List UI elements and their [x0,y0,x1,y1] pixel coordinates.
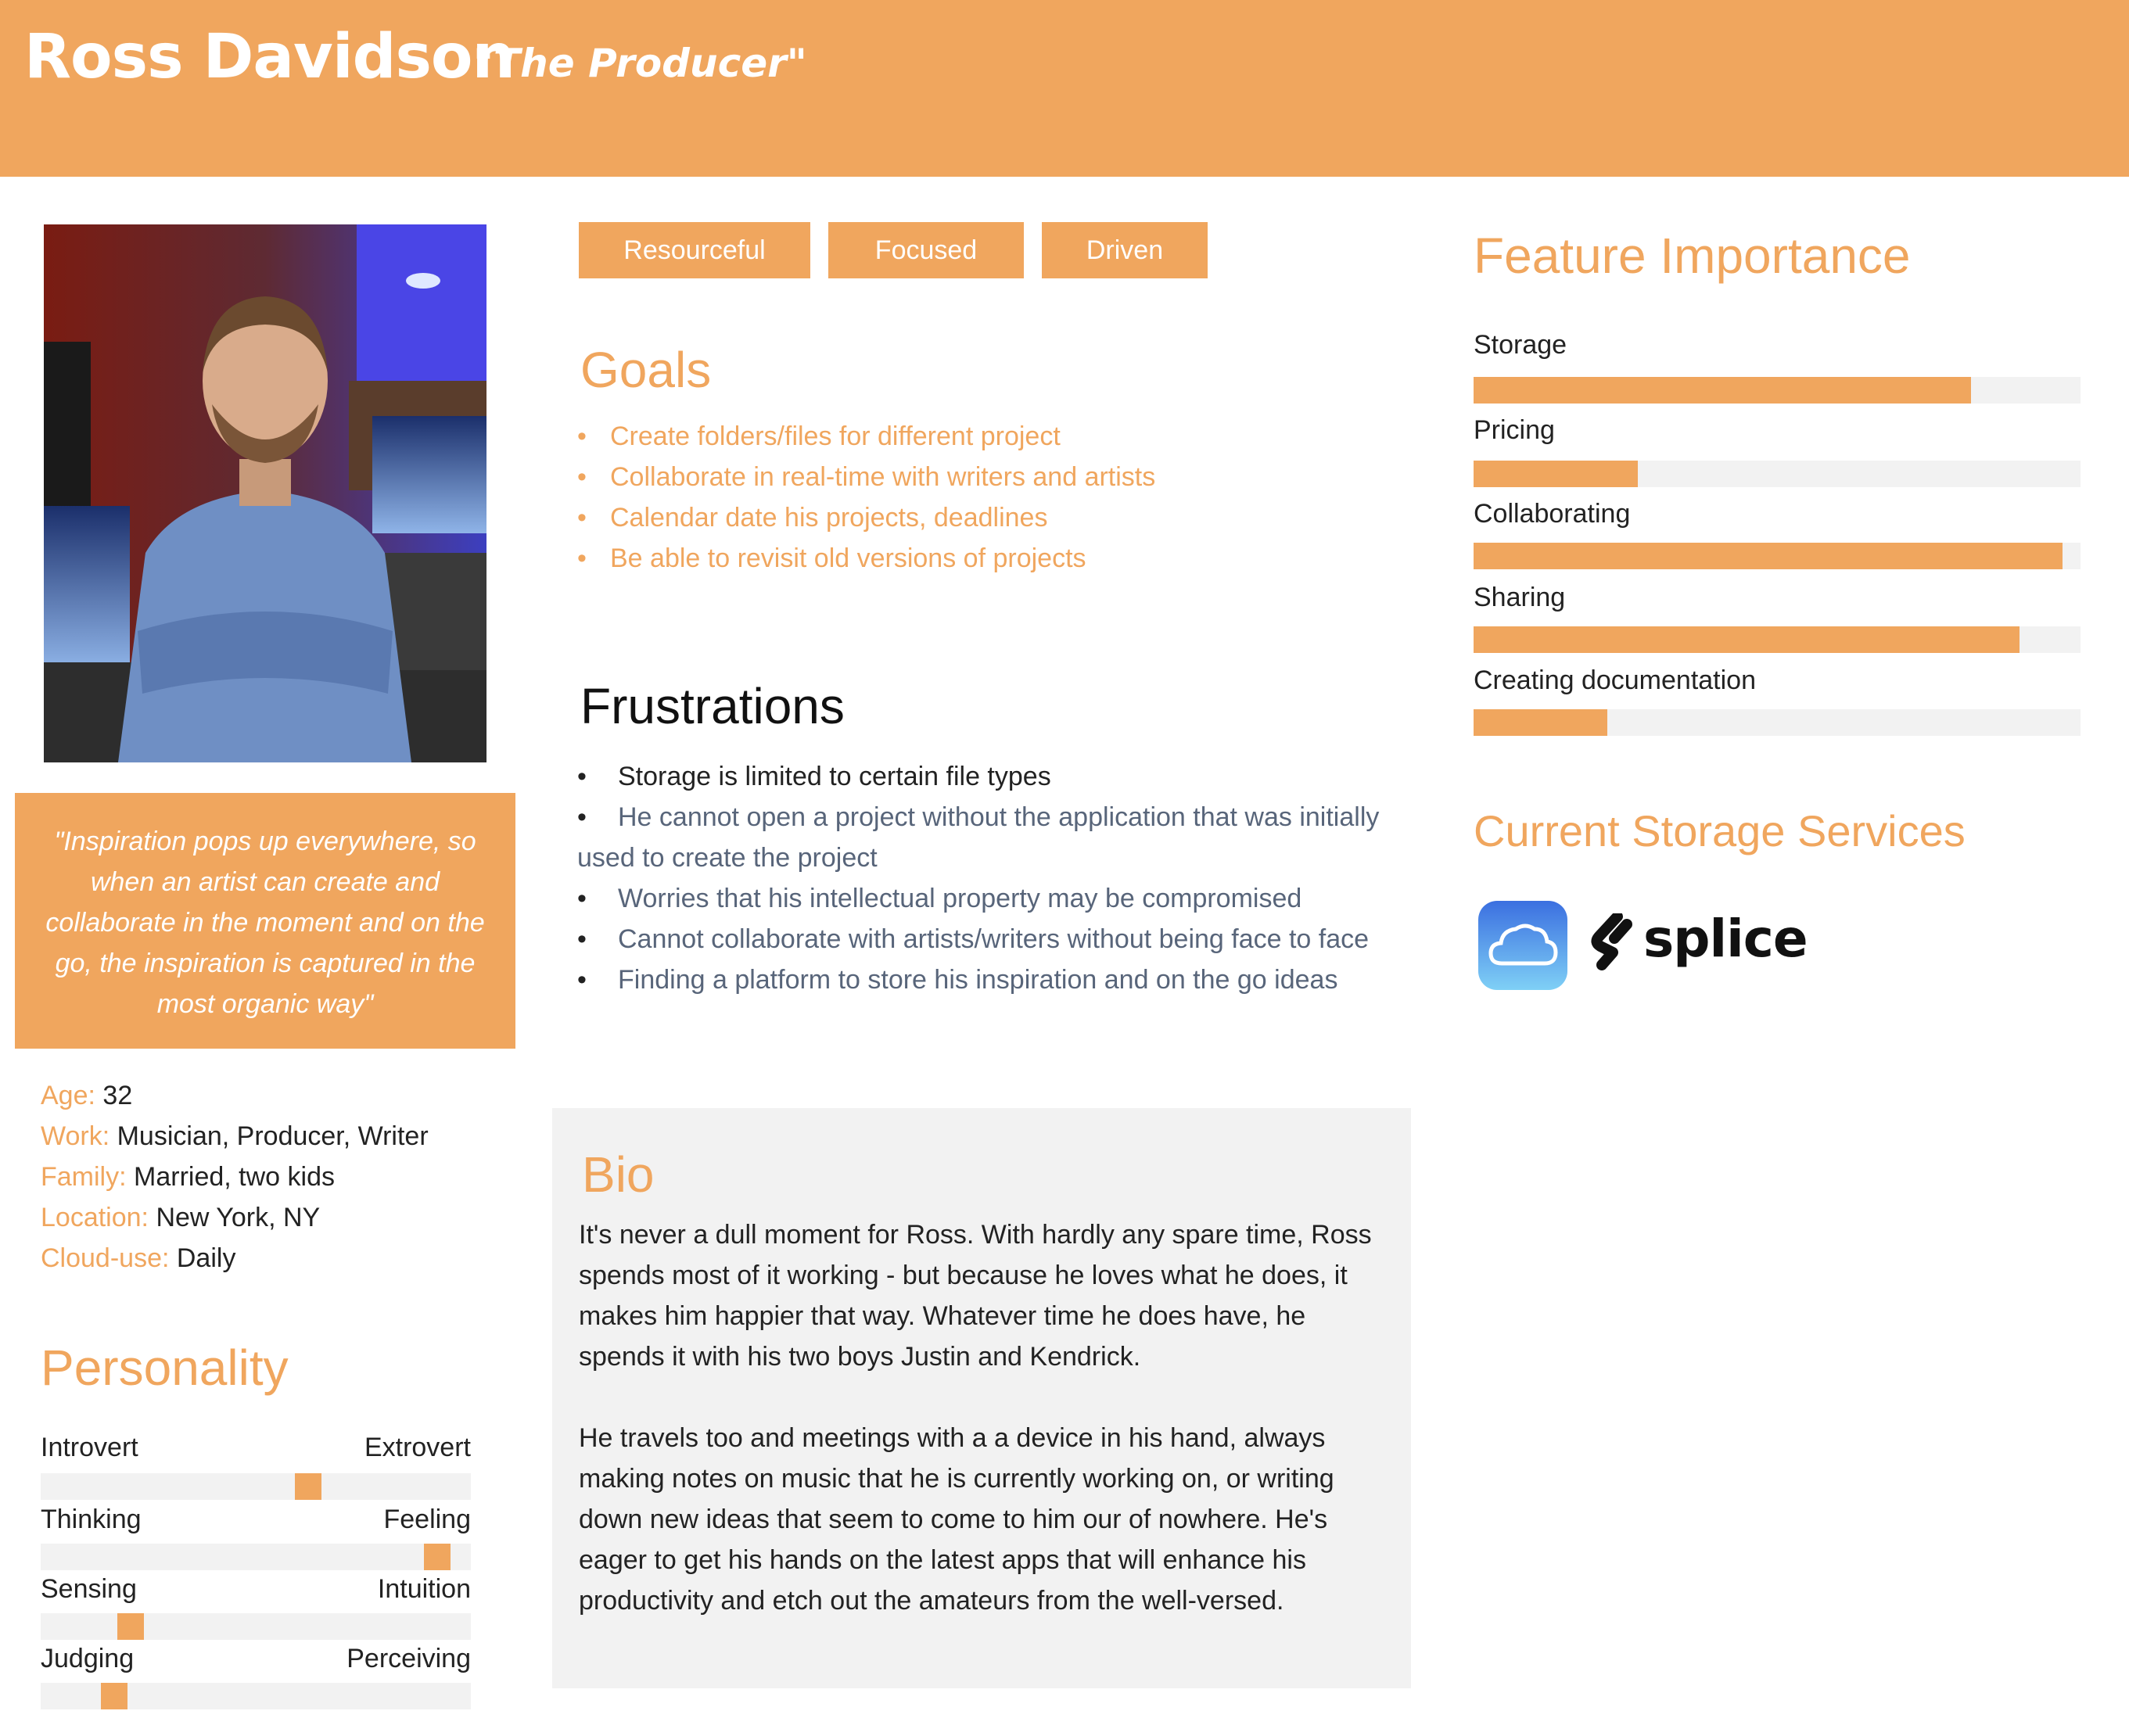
trait-track [41,1473,471,1500]
trait-marker [101,1683,127,1709]
bio-paragraph: It's never a dull moment for Ross. With … [579,1220,1372,1372]
trait-right-label: Perceiving [346,1644,471,1673]
feature-label-creating-documentation: Creating documentation [1474,665,1757,695]
feature-bar-track [1474,461,2081,487]
trait-right-label: Extrovert [364,1433,471,1462]
frustrations-list: Storage is limited to certain file types… [577,756,1391,1000]
trait-marker [295,1473,321,1500]
feature-bar-track [1474,377,2081,404]
feature-bar-fill [1474,709,1607,736]
persona-photo [44,224,486,762]
personality-title: Personality [41,1340,289,1396]
trait-tag-driven: Driven [1042,222,1208,278]
trait-left-label: Thinking [41,1505,142,1534]
splice-logo [1591,913,1632,970]
goal-item: Collaborate in real-time with writers an… [577,457,1155,497]
goal-item: Calendar date his projects, deadlines [577,497,1155,538]
feature-label-storage: Storage [1474,330,1567,360]
bio-text: It's never a dull moment for Ross. With … [579,1214,1392,1662]
trait-left-label: Judging [41,1644,135,1673]
cloud-icon [1488,924,1558,966]
trait-marker [117,1613,144,1640]
feature-bar-fill [1474,543,2063,569]
trait-track [41,1544,471,1570]
trait-left-label: Introvert [41,1433,138,1462]
feature-importance-title: Feature Importance [1474,228,1911,284]
trait-tag-resourceful: Resourceful [579,222,810,278]
frustration-item: Storage is limited to certain file types [577,756,1391,797]
frustrations-title: Frustrations [580,678,845,734]
fact-work: Work: Musician, Producer, Writer [41,1121,429,1151]
trait-left-label: Sensing [41,1574,137,1604]
frustration-item: Finding a platform to store his inspirat… [577,959,1391,1000]
frustration-item: Cannot collaborate with artists/writers … [577,919,1391,959]
feature-bar-fill [1474,461,1638,487]
trait-track [41,1683,471,1709]
goal-item: Be able to revisit old versions of proje… [577,538,1155,579]
portrait-image [44,224,486,762]
persona-facts: Age: 32 Work: Musician, Producer, Writer… [41,1075,429,1279]
trait-right-label: Feeling [383,1505,471,1534]
fact-family: Family: Married, two kids [41,1162,335,1192]
trait-tag-focused: Focused [828,222,1024,278]
fact-age: Age: 32 [41,1081,133,1110]
trait-track [41,1613,471,1640]
goal-item: Create folders/files for different proje… [577,416,1155,457]
bio-panel: Bio It's never a dull moment for Ross. W… [552,1108,1411,1688]
trait-right-label: Intuition [377,1574,471,1604]
goals-title: Goals [580,342,712,398]
fact-location: Location: New York, NY [41,1203,321,1232]
feature-label-pricing: Pricing [1474,415,1555,445]
feature-bar-fill [1474,377,1972,404]
splice-wordmark: splice [1643,909,1808,969]
header-banner: Ross Davidson "The Producer" [0,0,2129,177]
persona-name: Ross Davidson [24,22,515,92]
icloud-icon [1478,901,1567,990]
fact-cloud-use: Cloud-use: Daily [41,1243,236,1273]
goals-list: Create folders/files for different proje… [577,416,1155,579]
feature-bar-track [1474,626,2081,653]
frustration-item: Worries that his intellectual property m… [577,878,1391,919]
feature-bar-track [1474,543,2081,569]
feature-bar-track [1474,709,2081,736]
persona-quote: "Inspiration pops up everywhere, so when… [15,793,515,1049]
persona-nickname: "The Producer" [473,41,807,86]
bio-title: Bio [582,1146,655,1203]
feature-label-collaborating: Collaborating [1474,499,1631,529]
storage-services-title: Current Storage Services [1474,806,1966,855]
feature-bar-fill [1474,626,2020,653]
feature-label-sharing: Sharing [1474,583,1566,612]
bio-paragraph: He travels too and meetings with a a dev… [579,1423,1334,1616]
frustration-item: He cannot open a project without the app… [577,797,1391,878]
trait-marker [424,1544,451,1570]
